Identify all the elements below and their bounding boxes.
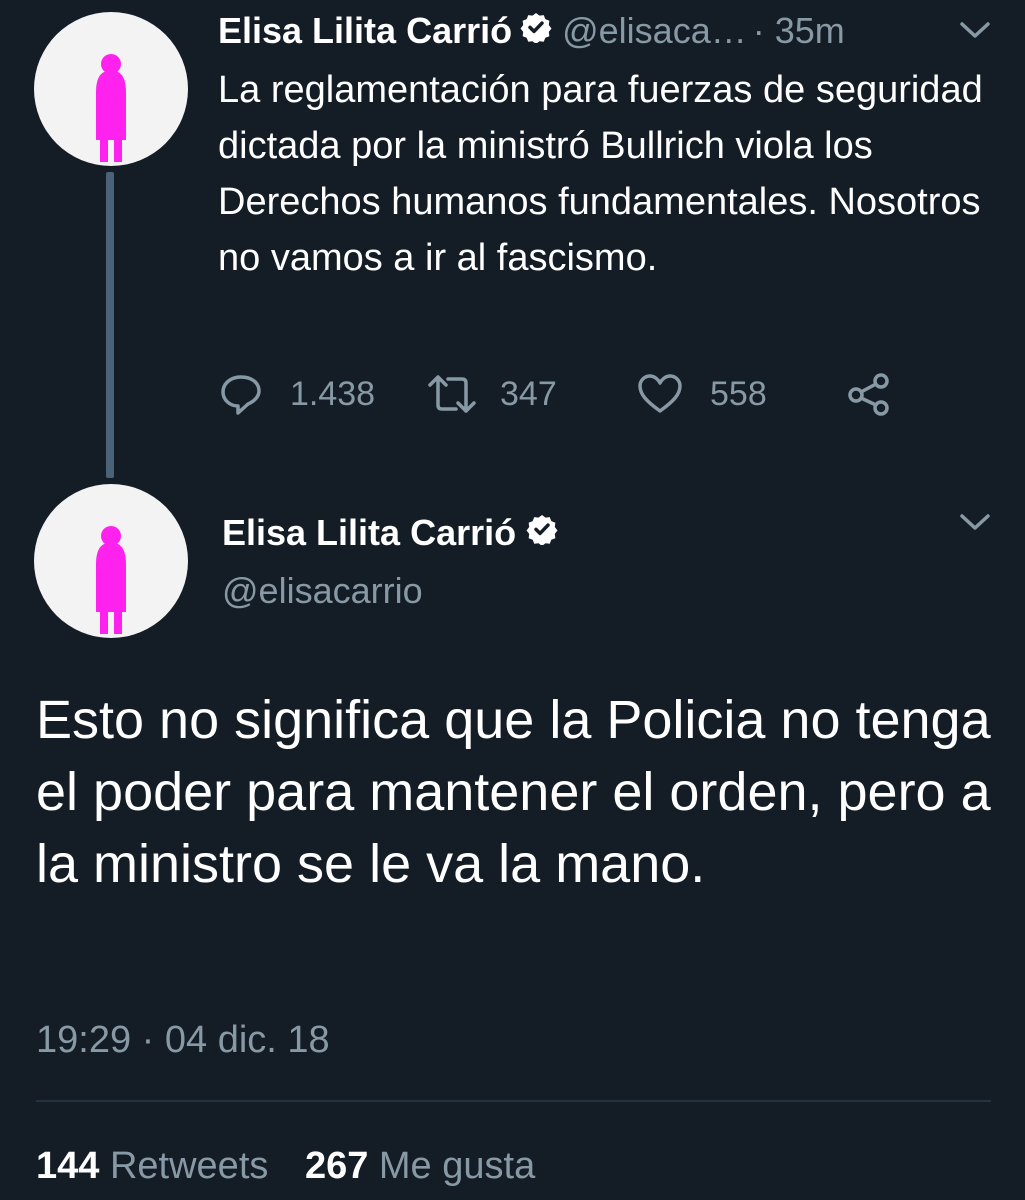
reply-bubble-icon — [221, 375, 261, 415]
like-total: 267 — [304, 1145, 369, 1187]
like-button[interactable]: 558 — [636, 368, 767, 420]
likes-stat[interactable]: 267 Me gusta — [305, 1145, 535, 1187]
reply-button[interactable]: 1.438 — [218, 368, 375, 420]
reply-count: 1.438 — [290, 374, 376, 413]
tweet2-author: Elisa Lilita Carrió — [222, 508, 558, 558]
like-label: Me gusta — [378, 1145, 536, 1187]
tweet1-text: La reglamentación para fuerzas de seguri… — [218, 69, 983, 279]
chevron-down-icon[interactable] — [958, 512, 992, 537]
retweet-label: Retweets — [109, 1145, 269, 1187]
like-count: 558 — [710, 374, 767, 413]
avatar-figure-icon — [96, 526, 126, 634]
chevron-down-icon[interactable] — [958, 20, 992, 45]
heart-icon — [638, 374, 682, 413]
tweet2-text: Esto no significa que la Policia no teng… — [36, 690, 991, 894]
share-icon — [848, 373, 889, 416]
share-button[interactable] — [846, 368, 892, 420]
thread-connector-line — [106, 172, 114, 478]
avatar-figure-icon — [96, 54, 126, 162]
verified-badge-icon — [520, 6, 552, 56]
verified-badge-icon — [526, 508, 558, 558]
tweet-timestamp[interactable]: 19:29 · 04 dic. 18 — [36, 1014, 330, 1066]
retweet-total: 144 — [36, 1145, 100, 1187]
author-name[interactable]: Elisa Lilita Carrió — [218, 6, 512, 56]
retweet-arrows-icon — [428, 375, 476, 413]
divider — [36, 1100, 991, 1102]
author-name[interactable]: Elisa Lilita Carrió — [222, 508, 516, 558]
time-ago[interactable]: · 35m — [753, 6, 845, 56]
avatar[interactable] — [34, 484, 188, 638]
retweet-button[interactable]: 347 — [426, 368, 557, 420]
avatar[interactable] — [34, 12, 188, 166]
tweet1-header: Elisa Lilita Carrió @elisaca… · 35m — [218, 6, 851, 56]
retweet-count: 347 — [500, 374, 557, 413]
tweet-stats: 144 Retweets 267 Me gusta — [36, 1140, 535, 1192]
author-handle[interactable]: @elisacarrio — [222, 566, 423, 616]
author-handle[interactable]: @elisaca… — [562, 6, 747, 56]
retweets-stat[interactable]: 144 Retweets — [36, 1145, 279, 1187]
